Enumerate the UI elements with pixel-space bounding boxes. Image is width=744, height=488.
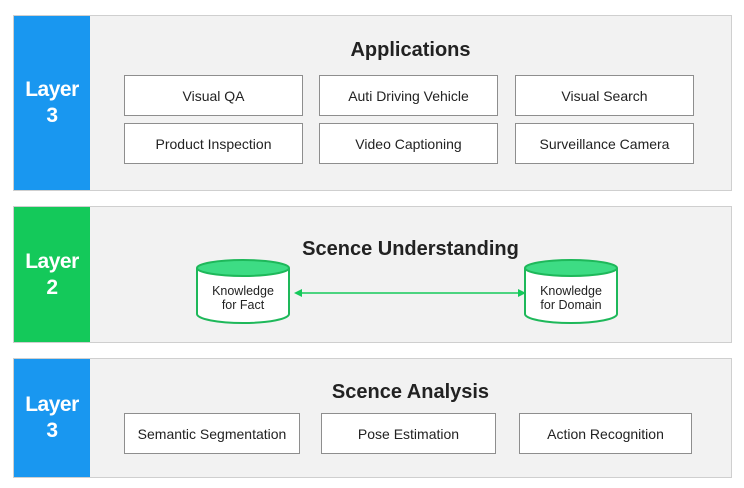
analysis-box-pose-estimation: Pose Estimation [321,413,496,454]
layer-tag-middle: Layer 2 [14,207,90,342]
layer-tag-word: Layer [25,78,79,101]
app-box-auti-driving-vehicle: Auti Driving Vehicle [319,75,498,116]
knowledge-for-domain-label: Knowledge for Domain [523,284,619,312]
app-box-video-captioning: Video Captioning [319,123,498,164]
scence-understanding-title: Scence Understanding [302,238,519,260]
layer-tag-word: Layer [25,249,79,273]
layer-scence-understanding: Layer 2 Scence Understanding Knowledge f… [13,206,732,343]
layer-tag-top: Layer 3 [14,16,90,190]
bidirectional-arrow [294,289,526,297]
knowledge-for-fact-label: Knowledge for Fact [195,284,291,312]
analysis-box-semantic-segmentation: Semantic Segmentation [124,413,300,454]
layer-tag-bottom: Layer 3 [14,359,90,477]
app-box-surveillance-camera: Surveillance Camera [515,123,694,164]
layer-scence-analysis: Layer 3 Scence Analysis Semantic Segment… [13,358,732,478]
app-box-visual-search: Visual Search [515,75,694,116]
scence-analysis-title: Scence Analysis [331,381,490,403]
knowledge-for-fact-database: Knowledge for Fact [195,258,291,326]
layer-tag-number: 3 [46,419,58,442]
app-box-product-inspection: Product Inspection [124,123,303,164]
applications-title: Applications [350,39,471,61]
db-label-line: Knowledge [540,284,602,298]
layer-tag-number: 3 [46,104,58,127]
layer-applications: Layer 3 Applications Visual QA Auti Driv… [13,15,732,191]
db-label-line: Knowledge [212,284,274,298]
layer-tag-number: 2 [46,275,58,299]
knowledge-for-domain-database: Knowledge for Domain [523,258,619,326]
app-box-visual-qa: Visual QA [124,75,303,116]
analysis-box-action-recognition: Action Recognition [519,413,692,454]
db-label-line: for Fact [221,298,265,312]
layer-tag-word: Layer [25,393,79,416]
db-label-line: for Domain [540,298,602,312]
